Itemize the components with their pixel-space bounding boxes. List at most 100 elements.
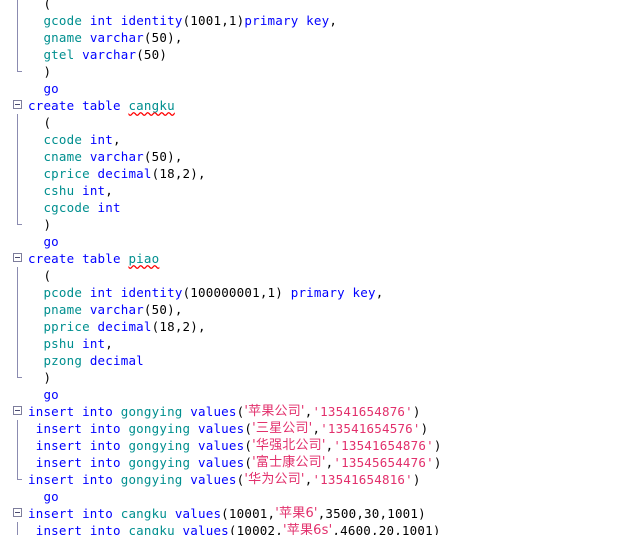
- code-token: (50),: [143, 149, 183, 164]
- code-token: values: [174, 506, 222, 521]
- code-line[interactable]: gname varchar(50),: [0, 29, 638, 46]
- code-token: pprice: [43, 319, 90, 334]
- code-line[interactable]: (: [0, 114, 638, 131]
- code-line[interactable]: go: [0, 488, 638, 505]
- region-bracket-icon: [0, 318, 28, 335]
- code-line[interactable]: insert into gongying values('三星公司','1354…: [0, 420, 638, 437]
- code-line[interactable]: cprice decimal(18,2),: [0, 165, 638, 182]
- code-line[interactable]: go: [0, 233, 638, 250]
- code-line[interactable]: go: [0, 386, 638, 403]
- code-line[interactable]: ): [0, 63, 638, 80]
- code-line[interactable]: gtel varchar(50): [0, 46, 638, 63]
- code-line[interactable]: cname varchar(50),: [0, 148, 638, 165]
- region-bracket-icon: [0, 335, 28, 352]
- code-token: ): [412, 404, 421, 419]
- code-line[interactable]: (: [0, 0, 638, 12]
- code-line[interactable]: ): [0, 369, 638, 386]
- minus-square-icon[interactable]: [0, 403, 28, 420]
- code-line[interactable]: create table cangku: [0, 97, 638, 114]
- code-line[interactable]: insert into gongying values('富士康公司','135…: [0, 454, 638, 471]
- code-token: int: [82, 336, 106, 351]
- code-token: varchar: [89, 302, 144, 317]
- sql-editor-surface[interactable]: ( gcode int identity(1001,1)primary key,…: [0, 0, 638, 535]
- code-token: (: [28, 115, 52, 130]
- code-line[interactable]: pprice decimal(18,2),: [0, 318, 638, 335]
- code-line[interactable]: pname varchar(50),: [0, 301, 638, 318]
- region-bracket-icon: [0, 522, 28, 535]
- gutter-empty: [0, 80, 28, 97]
- region-bracket-end-icon: [0, 216, 28, 233]
- collapse-toggle[interactable]: [13, 508, 22, 517]
- collapse-toggle[interactable]: [13, 100, 22, 109]
- code-line[interactable]: cshu int,: [0, 182, 638, 199]
- code-line[interactable]: pcode int identity(100000001,1) primary …: [0, 284, 638, 301]
- code-token: cangku: [128, 523, 175, 535]
- code-token: identity: [120, 13, 183, 28]
- code-line[interactable]: go: [0, 80, 638, 97]
- collapse-toggle[interactable]: [13, 406, 22, 415]
- collapse-toggle[interactable]: [13, 253, 22, 262]
- code-token: decimal: [89, 353, 144, 368]
- code-token: ,: [304, 472, 313, 487]
- code-line[interactable]: ccode int,: [0, 131, 638, 148]
- gutter-empty: [0, 233, 28, 250]
- code-token: (: [244, 455, 253, 470]
- code-line[interactable]: insert into gongying values('华为公司','1354…: [0, 471, 638, 488]
- code-token: (18,2),: [151, 319, 206, 334]
- code-lines-container[interactable]: ( gcode int identity(1001,1)primary key,…: [0, 0, 638, 535]
- code-token: values: [190, 472, 237, 487]
- code-line[interactable]: pzong decimal: [0, 352, 638, 369]
- minus-square-icon[interactable]: [0, 505, 28, 522]
- region-line-end: [17, 216, 22, 225]
- code-token: values: [198, 438, 245, 453]
- code-token: ,: [113, 132, 121, 147]
- code-line[interactable]: create table piao: [0, 250, 638, 267]
- region-bracket-icon: [0, 29, 28, 46]
- code-line[interactable]: insert into gongying values('华强北公司','135…: [0, 437, 638, 454]
- code-line[interactable]: gcode int identity(1001,1)primary key,: [0, 12, 638, 29]
- code-token: create table: [28, 251, 121, 266]
- code-line[interactable]: cgcode int: [0, 199, 638, 216]
- region-bracket-icon: [0, 46, 28, 63]
- code-line[interactable]: (: [0, 267, 638, 284]
- code-line[interactable]: insert into cangku values(10002,'苹果6s',4…: [0, 522, 638, 535]
- code-line[interactable]: insert into cangku values(10001,'苹果6',35…: [0, 505, 638, 522]
- code-token: pzong: [43, 353, 83, 368]
- region-bracket-icon: [0, 0, 28, 12]
- region-line: [17, 182, 18, 199]
- code-token: (: [236, 404, 245, 419]
- code-token: int: [89, 285, 114, 300]
- code-token: insert into: [35, 455, 121, 470]
- region-line: [17, 454, 18, 471]
- region-line: [17, 522, 18, 535]
- minus-square-icon[interactable]: [0, 250, 28, 267]
- code-line[interactable]: pshu int,: [0, 335, 638, 352]
- code-token: gname: [43, 30, 83, 45]
- region-line: [17, 437, 18, 454]
- code-token: ): [433, 438, 442, 453]
- code-token: ,: [329, 13, 338, 28]
- code-token: cshu: [43, 183, 75, 198]
- code-token: '13541654876': [333, 438, 434, 453]
- region-bracket-icon: [0, 199, 28, 216]
- code-line[interactable]: insert into gongying values('苹果公司','1354…: [0, 403, 638, 420]
- code-token: ,: [304, 404, 313, 419]
- code-token: insert into: [28, 506, 113, 521]
- code-line[interactable]: ): [0, 216, 638, 233]
- minus-square-icon[interactable]: [0, 97, 28, 114]
- region-line-end: [17, 471, 22, 480]
- code-token: primary key: [290, 285, 376, 300]
